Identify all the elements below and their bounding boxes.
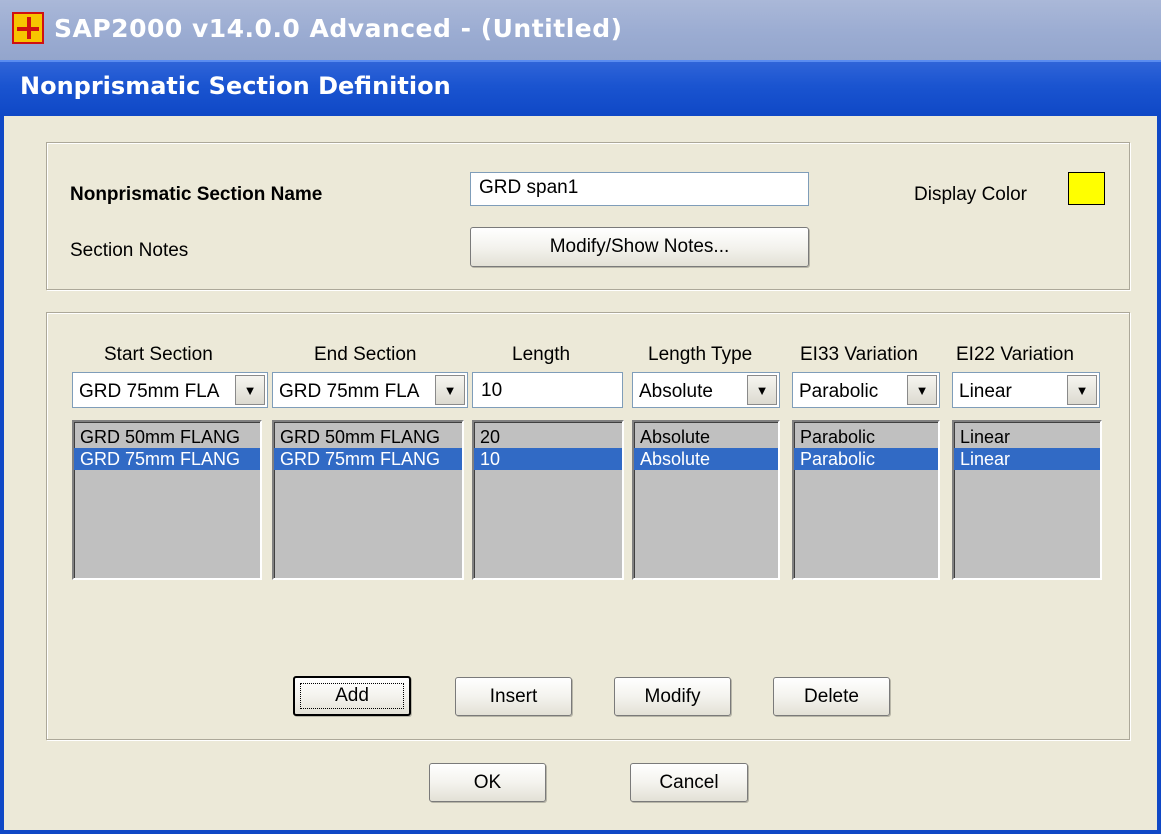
list-item[interactable]: GRD 75mm FLANG	[74, 448, 260, 470]
list-item[interactable]: GRD 75mm FLANG	[274, 448, 462, 470]
section-name-input[interactable]: GRD span1	[470, 172, 809, 206]
length-header: Length	[512, 344, 571, 365]
start-section-header: Start Section	[104, 344, 213, 365]
list-item[interactable]: Absolute	[634, 426, 778, 448]
end-section-list[interactable]: GRD 50mm FLANG GRD 75mm FLANG	[272, 420, 464, 580]
end-section-dropdown-arrow-icon[interactable]: ▼	[435, 375, 465, 405]
ei22-variation-select[interactable]: Linear ▼	[952, 372, 1100, 408]
length-list[interactable]: 20 10	[472, 420, 624, 580]
ei33-dropdown-arrow-icon[interactable]: ▼	[907, 375, 937, 405]
ei22-variation-header: EI22 Variation	[956, 344, 1074, 365]
app-title: SAP2000 v14.0.0 Advanced - (Untitled)	[54, 14, 623, 43]
display-color-swatch[interactable]	[1068, 172, 1105, 205]
cancel-button[interactable]: Cancel	[630, 763, 748, 802]
start-section-list[interactable]: GRD 50mm FLANG GRD 75mm FLANG	[72, 420, 262, 580]
end-section-header: End Section	[314, 344, 417, 365]
list-item[interactable]: Linear	[954, 448, 1100, 470]
dialog-title: Nonprismatic Section Definition	[20, 72, 451, 100]
length-type-header: Length Type	[648, 344, 753, 365]
section-notes-label: Section Notes	[70, 240, 189, 261]
ei22-dropdown-arrow-icon[interactable]: ▼	[1067, 375, 1097, 405]
display-color-label: Display Color	[914, 184, 1027, 205]
ei22-variation-value: Linear	[959, 381, 1012, 402]
section-name-group	[46, 142, 1130, 290]
end-section-select[interactable]: GRD 75mm FLA ▼	[272, 372, 468, 408]
insert-button[interactable]: Insert	[455, 677, 572, 716]
length-input[interactable]: 10	[472, 372, 623, 408]
length-type-dropdown-arrow-icon[interactable]: ▼	[747, 375, 777, 405]
ei22-variation-list[interactable]: Linear Linear	[952, 420, 1102, 580]
length-type-value: Absolute	[639, 381, 713, 402]
end-section-value: GRD 75mm FLA	[279, 381, 420, 402]
delete-button[interactable]: Delete	[773, 677, 890, 716]
ei33-variation-header: EI33 Variation	[800, 344, 918, 365]
modify-show-notes-button[interactable]: Modify/Show Notes...	[470, 227, 809, 267]
list-item[interactable]: GRD 50mm FLANG	[274, 426, 462, 448]
start-section-dropdown-arrow-icon[interactable]: ▼	[235, 375, 265, 405]
section-name-label: Nonprismatic Section Name	[70, 184, 323, 205]
delete-button-label: Delete	[804, 685, 859, 707]
ei33-variation-value: Parabolic	[799, 381, 879, 402]
sap2000-app-icon	[12, 12, 44, 44]
modify-button[interactable]: Modify	[614, 677, 731, 716]
ok-button-label: OK	[473, 771, 502, 793]
focus-rect	[300, 683, 404, 709]
ei33-variation-list[interactable]: Parabolic Parabolic	[792, 420, 940, 580]
list-item[interactable]: Parabolic	[794, 426, 938, 448]
list-item[interactable]: 10	[474, 448, 622, 470]
length-type-list[interactable]: Absolute Absolute	[632, 420, 780, 580]
ei33-variation-select[interactable]: Parabolic ▼	[792, 372, 940, 408]
list-item[interactable]: Absolute	[634, 448, 778, 470]
start-section-select[interactable]: GRD 75mm FLA ▼	[72, 372, 268, 408]
ok-button[interactable]: OK	[429, 763, 546, 802]
modify-button-label: Modify	[644, 685, 701, 707]
cancel-button-label: Cancel	[659, 771, 719, 793]
list-item[interactable]: 20	[474, 426, 622, 448]
modify-show-notes-label: Modify/Show Notes...	[549, 236, 730, 257]
insert-button-label: Insert	[489, 685, 538, 707]
length-type-select[interactable]: Absolute ▼	[632, 372, 780, 408]
list-item[interactable]: Linear	[954, 426, 1100, 448]
start-section-value: GRD 75mm FLA	[79, 381, 220, 402]
list-item[interactable]: GRD 50mm FLANG	[74, 426, 260, 448]
list-item[interactable]: Parabolic	[794, 448, 938, 470]
add-button[interactable]: Add	[293, 676, 411, 716]
